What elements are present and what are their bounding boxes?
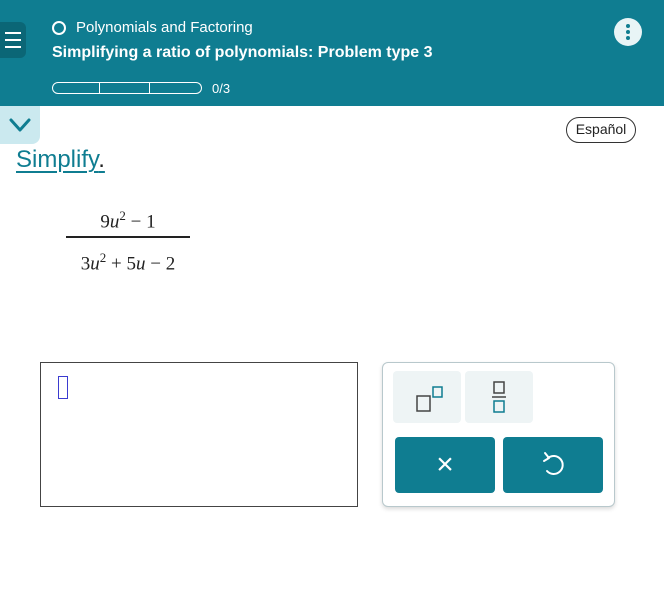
expression-fraction: 9u2 − 1 3u2 + 5u − 2	[66, 200, 190, 274]
exponent-button[interactable]	[393, 371, 461, 423]
more-options-button[interactable]	[614, 18, 642, 46]
kebab-dot	[626, 36, 630, 40]
menu-icon-line	[5, 46, 21, 48]
prompt-period: .	[98, 146, 105, 173]
answer-input[interactable]	[40, 362, 358, 507]
fraction-icon	[492, 381, 506, 413]
chevron-down-icon	[9, 118, 31, 132]
undo-button[interactable]	[503, 437, 603, 493]
menu-icon-line	[5, 39, 21, 41]
kebab-dot	[626, 30, 630, 34]
clear-icon: ×	[436, 448, 454, 481]
topic-title: Polynomials and Factoring	[76, 19, 253, 36]
prompt-text: Simplify.	[16, 146, 105, 174]
clear-button[interactable]: ×	[395, 437, 495, 493]
math-keypad: ×	[382, 362, 615, 507]
collapse-button[interactable]	[0, 106, 40, 144]
progress-segment-1	[52, 82, 100, 94]
expression-denominator: 3u2 + 5u − 2	[80, 249, 176, 274]
kebab-menu-icon	[626, 24, 630, 28]
progress-segment-3	[150, 82, 202, 94]
fraction-button[interactable]	[465, 371, 533, 423]
progress-segment-2	[100, 82, 150, 94]
header-bar: Polynomials and Factoring Simplifying a …	[0, 0, 664, 106]
menu-icon	[5, 32, 21, 34]
problem-title: Simplifying a ratio of polynomials: Prob…	[52, 44, 433, 61]
progress-label: 0/3	[212, 81, 231, 96]
exponent-icon	[416, 386, 443, 412]
topic-status-icon	[52, 21, 66, 35]
input-cursor-box	[58, 376, 68, 399]
language-button[interactable]: Español	[566, 117, 636, 143]
glossary-link[interactable]: Simplify	[16, 146, 98, 173]
fraction-bar	[66, 236, 190, 238]
undo-icon	[543, 452, 564, 475]
expression-numerator: 9u2 − 1	[100, 208, 156, 233]
menu-button[interactable]	[0, 22, 26, 58]
